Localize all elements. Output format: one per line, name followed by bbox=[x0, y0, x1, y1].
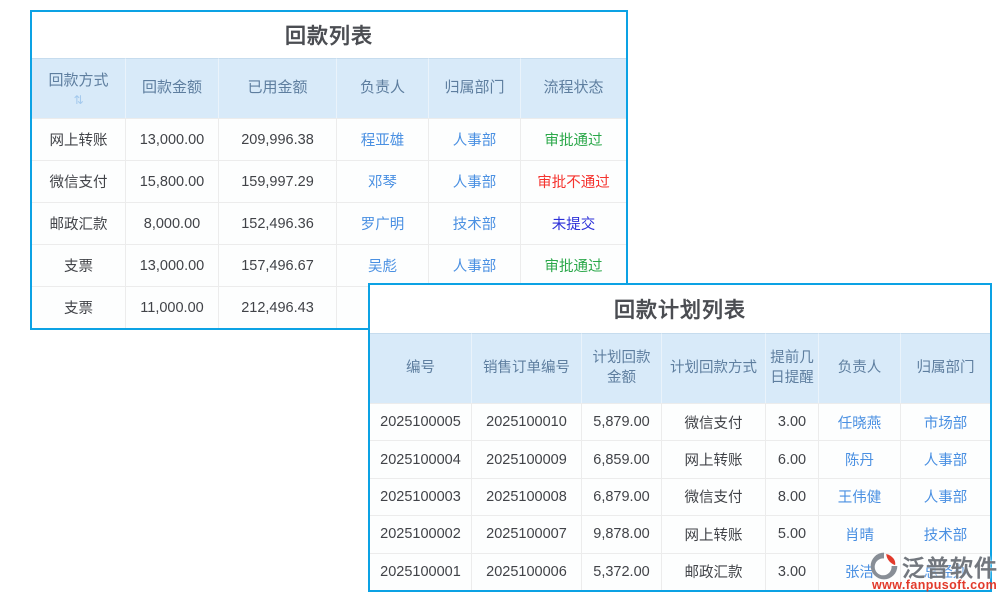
cell-dept-link[interactable]: 人事部 bbox=[428, 118, 520, 160]
cell-order-no: 2025100007 bbox=[471, 515, 581, 552]
column-header-status: 流程状态 bbox=[520, 58, 626, 118]
cell-order-no: 2025100008 bbox=[471, 478, 581, 515]
column-header-remind-days: 提前几日提醒 bbox=[765, 333, 818, 403]
cell-no: 2025100004 bbox=[370, 440, 471, 477]
cell-method: 微信支付 bbox=[32, 160, 125, 202]
payment-list-table: 回款列表 回款方式 ⇅ 回款金额 已用金额 负责人 归属部门 流程状态 网上转账… bbox=[30, 10, 628, 330]
column-header-amount: 回款金额 bbox=[125, 58, 218, 118]
payment-plan-title: 回款计划列表 bbox=[370, 285, 990, 333]
column-header-method[interactable]: 回款方式 ⇅ bbox=[32, 58, 125, 118]
sort-icon[interactable]: ⇅ bbox=[73, 94, 83, 106]
cell-method: 支票 bbox=[32, 286, 125, 328]
cell-status: 审批不通过 bbox=[520, 160, 626, 202]
cell-plan-amount: 6,859.00 bbox=[581, 440, 661, 477]
cell-dept-link[interactable]: 技术部 bbox=[428, 202, 520, 244]
cell-owner-link[interactable]: 吴彪 bbox=[336, 244, 428, 286]
cell-no: 2025100005 bbox=[370, 403, 471, 440]
cell-amount: 11,000.00 bbox=[125, 286, 218, 328]
fanpu-watermark: 泛普软件 www.fanpusoft.com bbox=[868, 549, 1000, 595]
column-header-dept: 归属部门 bbox=[428, 58, 520, 118]
cell-owner-link[interactable]: 邓琴 bbox=[336, 160, 428, 202]
payment-plan-table: 回款计划列表 编号 销售订单编号 计划回款金额 计划回款方式 提前几日提醒 负责… bbox=[368, 283, 992, 592]
cell-status: 审批通过 bbox=[520, 244, 626, 286]
column-header-owner: 负责人 bbox=[818, 333, 900, 403]
cell-remind-days: 6.00 bbox=[765, 440, 818, 477]
column-header-owner: 负责人 bbox=[336, 58, 428, 118]
cell-status: 未提交 bbox=[520, 202, 626, 244]
cell-dept-link[interactable]: 人事部 bbox=[428, 244, 520, 286]
column-header-no: 编号 bbox=[370, 333, 471, 403]
cell-plan-amount: 5,372.00 bbox=[581, 553, 661, 590]
cell-remind-days: 8.00 bbox=[765, 478, 818, 515]
payment-list-title: 回款列表 bbox=[32, 12, 626, 58]
cell-used: 212,496.43 bbox=[218, 286, 336, 328]
cell-no: 2025100003 bbox=[370, 478, 471, 515]
cell-dept-link[interactable]: 技术部 bbox=[900, 515, 990, 552]
column-header-dept: 归属部门 bbox=[900, 333, 990, 403]
cell-owner-link[interactable]: 陈丹 bbox=[818, 440, 900, 477]
column-header-order-no: 销售订单编号 bbox=[471, 333, 581, 403]
cell-method: 网上转账 bbox=[32, 118, 125, 160]
cell-remind-days: 5.00 bbox=[765, 515, 818, 552]
cell-used: 209,996.38 bbox=[218, 118, 336, 160]
cell-method: 邮政汇款 bbox=[32, 202, 125, 244]
cell-order-no: 2025100010 bbox=[471, 403, 581, 440]
column-header-used: 已用金额 bbox=[218, 58, 336, 118]
cell-plan-method: 邮政汇款 bbox=[661, 553, 765, 590]
cell-plan-method: 网上转账 bbox=[661, 515, 765, 552]
cell-status: 审批通过 bbox=[520, 118, 626, 160]
cell-amount: 13,000.00 bbox=[125, 244, 218, 286]
cell-dept-link[interactable]: 人事部 bbox=[900, 478, 990, 515]
column-header-plan-amount: 计划回款金额 bbox=[581, 333, 661, 403]
cell-dept-link[interactable]: 市场部 bbox=[900, 403, 990, 440]
column-header-plan-method: 计划回款方式 bbox=[661, 333, 765, 403]
cell-order-no: 2025100006 bbox=[471, 553, 581, 590]
cell-plan-amount: 9,878.00 bbox=[581, 515, 661, 552]
cell-dept-link[interactable]: 人事部 bbox=[900, 440, 990, 477]
cell-dept-link[interactable]: 人事部 bbox=[428, 160, 520, 202]
cell-owner-link[interactable]: 任晓燕 bbox=[818, 403, 900, 440]
cell-used: 159,997.29 bbox=[218, 160, 336, 202]
cell-plan-method: 网上转账 bbox=[661, 440, 765, 477]
cell-no: 2025100002 bbox=[370, 515, 471, 552]
cell-remind-days: 3.00 bbox=[765, 403, 818, 440]
cell-no: 2025100001 bbox=[370, 553, 471, 590]
cell-method: 支票 bbox=[32, 244, 125, 286]
fanpu-url-text: www.fanpusoft.com bbox=[872, 578, 997, 592]
cell-owner-link[interactable]: 肖晴 bbox=[818, 515, 900, 552]
cell-plan-amount: 5,879.00 bbox=[581, 403, 661, 440]
cell-plan-method: 微信支付 bbox=[661, 478, 765, 515]
cell-order-no: 2025100009 bbox=[471, 440, 581, 477]
cell-amount: 13,000.00 bbox=[125, 118, 218, 160]
cell-used: 157,496.67 bbox=[218, 244, 336, 286]
cell-amount: 15,800.00 bbox=[125, 160, 218, 202]
cell-owner-link[interactable]: 王伟健 bbox=[818, 478, 900, 515]
cell-owner-link[interactable]: 罗广明 bbox=[336, 202, 428, 244]
cell-plan-method: 微信支付 bbox=[661, 403, 765, 440]
cell-remind-days: 3.00 bbox=[765, 553, 818, 590]
cell-plan-amount: 6,879.00 bbox=[581, 478, 661, 515]
cell-used: 152,496.36 bbox=[218, 202, 336, 244]
cell-amount: 8,000.00 bbox=[125, 202, 218, 244]
cell-owner-link[interactable]: 程亚雄 bbox=[336, 118, 428, 160]
